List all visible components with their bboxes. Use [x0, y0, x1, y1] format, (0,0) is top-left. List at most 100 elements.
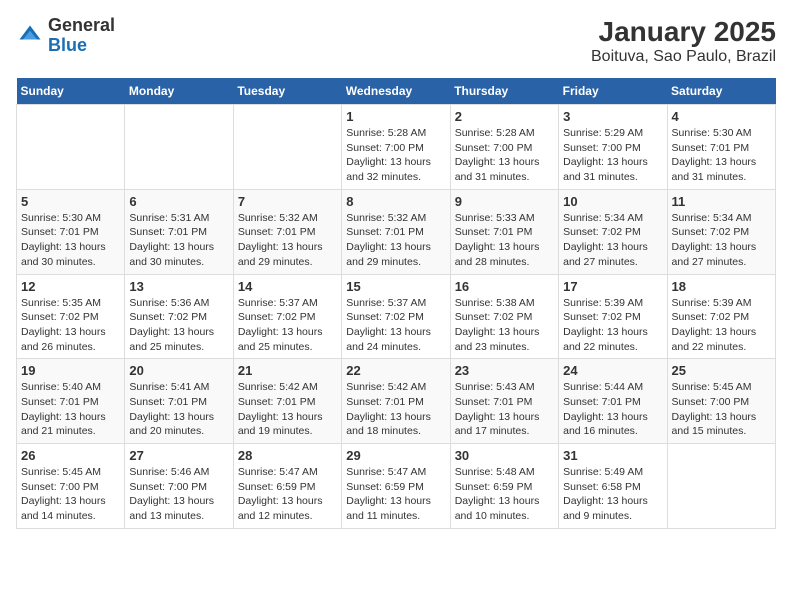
day-number: 26 [21, 448, 120, 463]
day-cell: 20 Sunrise: 5:41 AMSunset: 7:01 PMDayligh… [125, 359, 233, 444]
day-cell: 10Sunrise: 5:34 AMSunset: 7:02 PMDayligh… [559, 189, 667, 274]
week-row: 19 Sunrise: 5:40 AMSunset: 7:01 PMDayligh… [17, 359, 776, 444]
day-cell [17, 105, 125, 190]
day-cell: 23 Sunrise: 5:43 AMSunset: 7:01 PMDayligh… [450, 359, 558, 444]
day-number: 11 [672, 194, 771, 209]
day-number: 12 [21, 279, 120, 294]
day-number: 25 [672, 363, 771, 378]
calendar-header: SundayMondayTuesdayWednesdayThursdayFrid… [17, 78, 776, 105]
day-number: 23 [455, 363, 554, 378]
day-number: 9 [455, 194, 554, 209]
day-number: 1 [346, 109, 445, 124]
header-row: SundayMondayTuesdayWednesdayThursdayFrid… [17, 78, 776, 105]
week-row: 5 Sunrise: 5:30 AMSunset: 7:01 PMDaylight… [17, 189, 776, 274]
calendar-body: 1 Sunrise: 5:28 AMSunset: 7:00 PMDaylight… [17, 105, 776, 529]
day-cell [125, 105, 233, 190]
day-info: Sunrise: 5:47 AMSunset: 6:59 PMDaylight:… [238, 465, 337, 524]
day-info: Sunrise: 5:34 AMSunset: 7:02 PMDaylight:… [672, 211, 771, 270]
day-cell: 29 Sunrise: 5:47 AMSunset: 6:59 PMDayligh… [342, 444, 450, 529]
day-number: 20 [129, 363, 228, 378]
day-cell: 14 Sunrise: 5:37 AMSunset: 7:02 PMDayligh… [233, 274, 341, 359]
header-cell-friday: Friday [559, 78, 667, 105]
day-number: 24 [563, 363, 662, 378]
day-number: 30 [455, 448, 554, 463]
day-number: 31 [563, 448, 662, 463]
day-number: 17 [563, 279, 662, 294]
day-info: Sunrise: 5:36 AMSunset: 7:02 PMDaylight:… [129, 296, 228, 355]
day-number: 19 [21, 363, 120, 378]
day-info: Sunrise: 5:32 AMSunset: 7:01 PMDaylight:… [346, 211, 445, 270]
day-info: Sunrise: 5:29 AMSunset: 7:00 PMDaylight:… [563, 126, 662, 185]
day-number: 5 [21, 194, 120, 209]
logo: General Blue [16, 16, 115, 56]
day-cell: 5 Sunrise: 5:30 AMSunset: 7:01 PMDaylight… [17, 189, 125, 274]
page-header: General Blue January 2025 Boituva, Sao P… [16, 16, 776, 66]
day-number: 28 [238, 448, 337, 463]
week-row: 12 Sunrise: 5:35 AMSunset: 7:02 PMDayligh… [17, 274, 776, 359]
day-cell: 8Sunrise: 5:32 AMSunset: 7:01 PMDaylight… [342, 189, 450, 274]
day-number: 27 [129, 448, 228, 463]
day-info: Sunrise: 5:37 AMSunset: 7:02 PMDaylight:… [346, 296, 445, 355]
day-info: Sunrise: 5:49 AMSunset: 6:58 PMDaylight:… [563, 465, 662, 524]
day-info: Sunrise: 5:39 AMSunset: 7:02 PMDaylight:… [672, 296, 771, 355]
day-cell [667, 444, 775, 529]
day-info: Sunrise: 5:46 AMSunset: 7:00 PMDaylight:… [129, 465, 228, 524]
day-info: Sunrise: 5:28 AMSunset: 7:00 PMDaylight:… [346, 126, 445, 185]
day-cell: 19 Sunrise: 5:40 AMSunset: 7:01 PMDayligh… [17, 359, 125, 444]
day-cell: 1 Sunrise: 5:28 AMSunset: 7:00 PMDaylight… [342, 105, 450, 190]
header-cell-saturday: Saturday [667, 78, 775, 105]
week-row: 1 Sunrise: 5:28 AMSunset: 7:00 PMDaylight… [17, 105, 776, 190]
week-row: 26Sunrise: 5:45 AMSunset: 7:00 PMDayligh… [17, 444, 776, 529]
header-cell-monday: Monday [125, 78, 233, 105]
day-cell: 15 Sunrise: 5:37 AMSunset: 7:02 PMDayligh… [342, 274, 450, 359]
calendar-subtitle: Boituva, Sao Paulo, Brazil [591, 48, 776, 66]
day-info: Sunrise: 5:35 AMSunset: 7:02 PMDaylight:… [21, 296, 120, 355]
day-cell: 3Sunrise: 5:29 AMSunset: 7:00 PMDaylight… [559, 105, 667, 190]
day-cell: 12 Sunrise: 5:35 AMSunset: 7:02 PMDayligh… [17, 274, 125, 359]
logo-general-text: General [48, 15, 115, 35]
day-cell: 4 Sunrise: 5:30 AMSunset: 7:01 PMDaylight… [667, 105, 775, 190]
day-cell: 31 Sunrise: 5:49 AMSunset: 6:58 PMDayligh… [559, 444, 667, 529]
day-info: Sunrise: 5:47 AMSunset: 6:59 PMDaylight:… [346, 465, 445, 524]
day-info: Sunrise: 5:37 AMSunset: 7:02 PMDaylight:… [238, 296, 337, 355]
calendar-table: SundayMondayTuesdayWednesdayThursdayFrid… [16, 78, 776, 529]
day-info: Sunrise: 5:31 AMSunset: 7:01 PMDaylight:… [129, 211, 228, 270]
day-info: Sunrise: 5:45 AMSunset: 7:00 PMDaylight:… [672, 380, 771, 439]
day-cell: 18Sunrise: 5:39 AMSunset: 7:02 PMDayligh… [667, 274, 775, 359]
day-info: Sunrise: 5:40 AMSunset: 7:01 PMDaylight:… [21, 380, 120, 439]
header-cell-thursday: Thursday [450, 78, 558, 105]
day-info: Sunrise: 5:32 AMSunset: 7:01 PMDaylight:… [238, 211, 337, 270]
day-cell: 6 Sunrise: 5:31 AMSunset: 7:01 PMDaylight… [125, 189, 233, 274]
day-info: Sunrise: 5:30 AMSunset: 7:01 PMDaylight:… [21, 211, 120, 270]
day-number: 2 [455, 109, 554, 124]
day-cell: 11 Sunrise: 5:34 AMSunset: 7:02 PMDayligh… [667, 189, 775, 274]
day-info: Sunrise: 5:41 AMSunset: 7:01 PMDaylight:… [129, 380, 228, 439]
day-number: 29 [346, 448, 445, 463]
day-number: 16 [455, 279, 554, 294]
day-number: 10 [563, 194, 662, 209]
day-info: Sunrise: 5:30 AMSunset: 7:01 PMDaylight:… [672, 126, 771, 185]
day-cell: 9Sunrise: 5:33 AMSunset: 7:01 PMDaylight… [450, 189, 558, 274]
day-number: 14 [238, 279, 337, 294]
day-cell: 24Sunrise: 5:44 AMSunset: 7:01 PMDayligh… [559, 359, 667, 444]
day-number: 22 [346, 363, 445, 378]
header-cell-wednesday: Wednesday [342, 78, 450, 105]
day-cell: 30 Sunrise: 5:48 AMSunset: 6:59 PMDayligh… [450, 444, 558, 529]
day-cell: 2Sunrise: 5:28 AMSunset: 7:00 PMDaylight… [450, 105, 558, 190]
day-cell: 21Sunrise: 5:42 AMSunset: 7:01 PMDayligh… [233, 359, 341, 444]
day-number: 7 [238, 194, 337, 209]
day-cell: 17Sunrise: 5:39 AMSunset: 7:02 PMDayligh… [559, 274, 667, 359]
day-number: 15 [346, 279, 445, 294]
day-number: 6 [129, 194, 228, 209]
header-cell-tuesday: Tuesday [233, 78, 341, 105]
day-info: Sunrise: 5:48 AMSunset: 6:59 PMDaylight:… [455, 465, 554, 524]
day-cell: 28 Sunrise: 5:47 AMSunset: 6:59 PMDayligh… [233, 444, 341, 529]
logo-text: General Blue [48, 16, 115, 56]
day-info: Sunrise: 5:38 AMSunset: 7:02 PMDaylight:… [455, 296, 554, 355]
day-cell: 7 Sunrise: 5:32 AMSunset: 7:01 PMDaylight… [233, 189, 341, 274]
day-number: 4 [672, 109, 771, 124]
calendar-title: January 2025 [591, 16, 776, 48]
day-info: Sunrise: 5:43 AMSunset: 7:01 PMDaylight:… [455, 380, 554, 439]
header-cell-sunday: Sunday [17, 78, 125, 105]
day-info: Sunrise: 5:42 AMSunset: 7:01 PMDaylight:… [346, 380, 445, 439]
